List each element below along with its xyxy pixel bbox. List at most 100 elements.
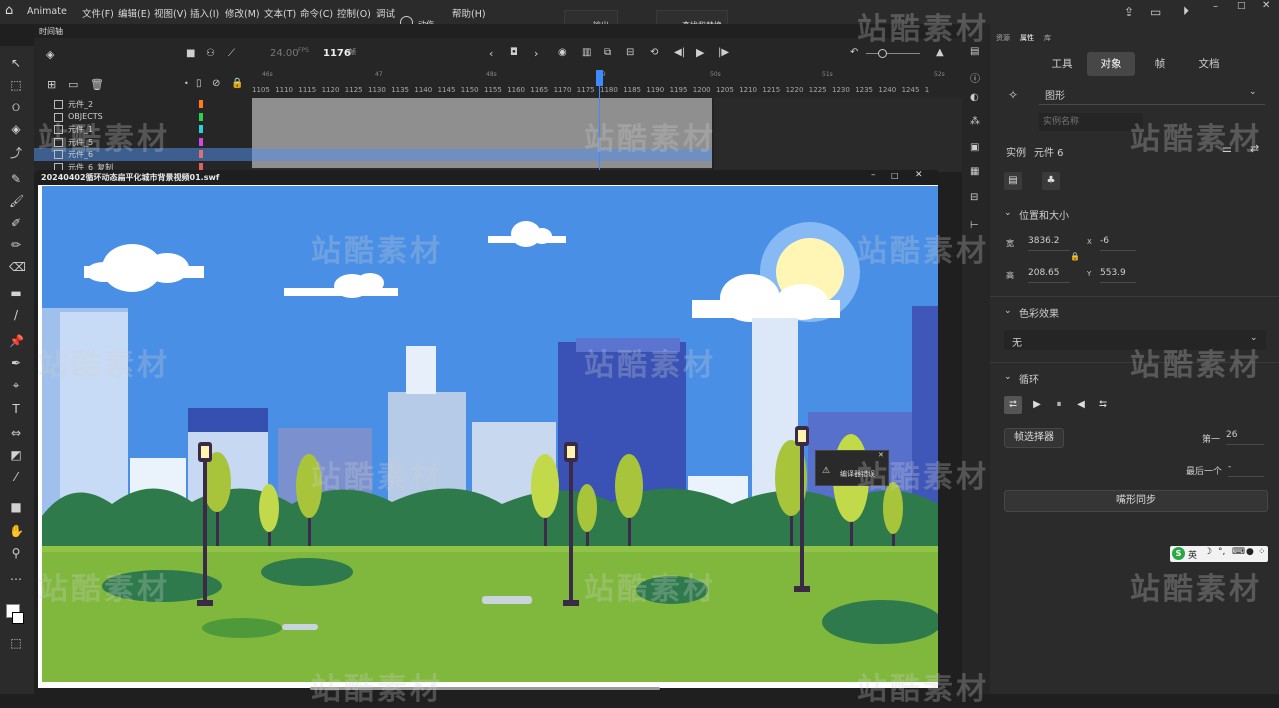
share-icon[interactable]: ⇪ — [1124, 5, 1134, 19]
layer-color-swatch[interactable] — [199, 125, 203, 134]
rectangle-tool-icon[interactable]: ▬ — [9, 286, 23, 300]
parent-icon[interactable]: ⚇ — [206, 48, 215, 59]
swf-minimize-icon[interactable]: – — [871, 170, 876, 180]
components-icon[interactable]: ▦ — [970, 166, 979, 177]
layer-row[interactable]: 元件_1 — [34, 123, 252, 136]
loop-reverse-icon[interactable]: ⮀ — [1094, 396, 1112, 414]
menu-view[interactable]: 视图(V) — [154, 6, 187, 20]
fluid-brush-icon[interactable]: ✐ — [9, 216, 23, 230]
selection-tool-icon[interactable]: ↖ — [9, 56, 23, 70]
info-icon[interactable]: ⓘ — [970, 70, 980, 85]
eraser-tool-icon[interactable]: ⌫ — [9, 260, 26, 274]
section-loop[interactable]: 循环 — [1019, 371, 1039, 386]
current-frame[interactable]: 1176 — [323, 48, 351, 59]
3d-rotation-icon[interactable]: ◈ — [9, 122, 23, 136]
fps-value[interactable]: 24.00 — [270, 48, 299, 59]
snap-icon[interactable]: ⬚ — [9, 636, 23, 650]
step-forward-icon[interactable]: |▶ — [718, 47, 729, 58]
edit-multiple-icon[interactable]: ▥ — [582, 47, 591, 58]
compiler-error-label[interactable]: 编译器错误 — [840, 469, 875, 479]
layers-icon[interactable]: ◈ — [46, 48, 54, 61]
lock-icon[interactable]: 🔒 — [231, 78, 243, 89]
tab-tools[interactable]: 工具 — [1038, 52, 1086, 76]
layer-color-swatch[interactable] — [199, 112, 203, 121]
align-icon[interactable]: ⊟ — [970, 192, 978, 203]
lasso-tool-icon[interactable]: ଠ — [9, 100, 23, 114]
menu-text[interactable]: 文本(T) — [264, 6, 296, 20]
ime-punct-icon[interactable]: °, — [1218, 547, 1225, 557]
ime-moon-icon[interactable]: ☽ — [1204, 547, 1212, 557]
menu-control[interactable]: 控制(O) — [337, 6, 371, 20]
ime-mode[interactable]: 英 — [1188, 548, 1197, 561]
layer-row[interactable]: 元件_2 — [34, 98, 252, 111]
line-tool-icon[interactable]: / — [9, 308, 23, 322]
w-field[interactable]: 3836.2 — [1028, 236, 1070, 251]
swf-close-icon[interactable]: ✕ — [915, 170, 923, 180]
prev-keyframe-icon[interactable]: ‹ — [489, 47, 493, 60]
h-field[interactable]: 208.65 — [1028, 268, 1070, 283]
maximize-icon[interactable]: □ — [1237, 1, 1246, 11]
ime-user-icon[interactable]: ● — [1246, 547, 1254, 557]
outline-icon[interactable]: ▯ — [196, 78, 202, 89]
next-keyframe-icon[interactable]: › — [534, 47, 538, 60]
tab-properties[interactable]: 属性 — [1020, 33, 1034, 43]
menu-modify[interactable]: 修改(M) — [225, 6, 260, 20]
pencil-tool-icon[interactable]: ✏ — [9, 238, 23, 252]
step-back-icon[interactable]: ◀| — [674, 47, 685, 58]
eyedropper-icon[interactable]: ⁄ — [9, 470, 23, 484]
compiler-error-close-icon[interactable]: ✕ — [878, 451, 884, 459]
layer-row[interactable]: 元件_5 — [34, 136, 252, 149]
more-tools-icon[interactable]: ⋯ — [9, 572, 23, 586]
swf-maximize-icon[interactable]: □ — [891, 171, 899, 180]
lock-ratio-icon[interactable]: 🔒 — [1070, 252, 1080, 261]
add-anchor-icon[interactable]: ⌖ — [9, 378, 23, 392]
library-icon[interactable]: ▤ — [970, 46, 979, 57]
frame-picker-button[interactable]: 帧选择器 — [1004, 428, 1064, 448]
section-position-size[interactable]: 位置和大小 — [1019, 207, 1069, 222]
motion-icon[interactable]: ⁂ — [970, 116, 980, 127]
play-reverse-icon[interactable]: ◀ — [1072, 396, 1090, 414]
tab-library[interactable]: 库 — [1044, 33, 1051, 43]
swap-icon[interactable]: ⇄ — [1250, 142, 1259, 155]
x-field[interactable]: -6 — [1100, 236, 1136, 251]
graph-icon[interactable]: ⟋ — [228, 48, 235, 59]
close-icon[interactable]: ✕ — [1262, 0, 1270, 11]
ime-grid-icon[interactable]: ⁘ — [1258, 547, 1266, 557]
menu-debug[interactable]: 调试 — [376, 6, 395, 20]
visibility-icon[interactable]: ⊘ — [212, 78, 220, 89]
home-icon[interactable]: ⌂ — [5, 3, 13, 18]
last-frame-field[interactable]: - — [1228, 462, 1264, 477]
menu-help[interactable]: 帮助(H) — [452, 6, 486, 20]
panel-icon[interactable]: ▭ — [1150, 5, 1161, 19]
brush-tool-icon[interactable]: ✎ — [9, 172, 23, 186]
menu-file[interactable]: 文件(F) — [82, 6, 114, 20]
camera-icon[interactable]: ■ — [186, 48, 195, 59]
playhead-handle[interactable] — [596, 70, 603, 86]
settings-sliders-icon[interactable]: ⚌ — [1222, 142, 1232, 155]
tab-object[interactable]: 对象 — [1087, 52, 1135, 76]
play-timeline-icon[interactable]: ▶ — [696, 46, 704, 59]
fill-color-swatch[interactable] — [12, 612, 24, 624]
layer-row[interactable]: OBJECTS — [34, 111, 252, 124]
chevron-down-icon[interactable]: ⌄ — [1004, 372, 1012, 382]
pin-tool-icon[interactable]: 📌 — [9, 334, 24, 348]
loop-mode-icon[interactable]: ⮂ — [1004, 396, 1022, 414]
menu-edit[interactable]: 编辑(E) — [118, 6, 150, 20]
subselect-tool-icon[interactable]: ⬚ — [9, 78, 23, 92]
play-icon[interactable]: ⏵ — [1183, 4, 1189, 19]
instance-name-input[interactable] — [1039, 113, 1143, 131]
break-apart-icon[interactable]: ♣ — [1042, 172, 1060, 190]
camera-tool-icon[interactable]: ■ — [9, 500, 23, 514]
hand-tool-icon[interactable]: ✋ — [9, 524, 24, 538]
paint-bucket-icon[interactable]: ◩ — [9, 448, 23, 462]
bone-tool-icon[interactable]: ⤴ — [9, 146, 23, 160]
zoom-slider-handle[interactable] — [878, 49, 887, 58]
y-field[interactable]: 553.9 — [1100, 268, 1136, 283]
selected-frames[interactable] — [252, 149, 714, 161]
undo-icon[interactable]: ↶ — [850, 47, 858, 58]
insert-frame-icon[interactable]: ⊟ — [626, 47, 634, 58]
text-tool-icon[interactable]: T — [9, 402, 23, 416]
highlight-icon[interactable]: • — [184, 79, 189, 88]
chevron-down-icon[interactable]: ⌄ — [1004, 306, 1012, 316]
layer-color-swatch[interactable] — [199, 137, 203, 146]
